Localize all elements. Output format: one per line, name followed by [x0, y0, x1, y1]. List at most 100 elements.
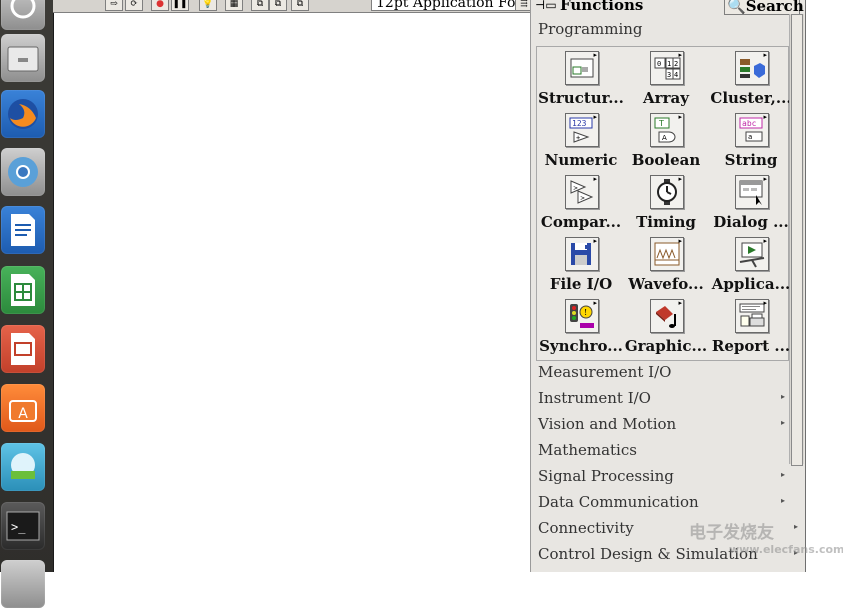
step-over-icon[interactable]: ⧉	[269, 0, 287, 11]
files-icon[interactable]	[1, 34, 45, 82]
palette-item-label: Graphic...	[624, 337, 708, 355]
libreoffice-writer-icon[interactable]	[1, 206, 45, 254]
chevron-right-icon: ▸	[781, 470, 786, 479]
numeric-icon-text: 123	[572, 119, 587, 128]
libreoffice-impress-icon[interactable]	[1, 325, 45, 373]
palette-item-application-control[interactable]: ▸ Applica...	[709, 235, 793, 297]
comparison-icon: > > ▸	[565, 175, 599, 209]
palette-item-string[interactable]: abc a ▸ String	[709, 111, 793, 173]
category-control-design-simulation[interactable]: Control Design & Simulation	[538, 545, 758, 563]
palette-item-label: Boolean	[631, 151, 701, 169]
programming-subpalette: ▸ Structur... 0 1 2 3 4 ▸ Array ▸ Cluste…	[536, 46, 792, 361]
palette-title: Functions	[560, 0, 644, 14]
highlight-execution-icon[interactable]: 💡	[199, 0, 217, 11]
palette-item-label: Structur...	[538, 89, 624, 107]
svg-text:A: A	[18, 406, 28, 422]
step-out-icon[interactable]: ⧉	[291, 0, 309, 11]
palette-item-label: Dialog ...	[713, 213, 789, 231]
svg-text:>: >	[573, 185, 578, 192]
category-instrument-io[interactable]: Instrument I/O	[538, 389, 651, 407]
chevron-right-icon: ▸	[781, 496, 786, 505]
palette-item-waveform[interactable]: ▸ Wavefo...	[624, 235, 708, 297]
palette-item-label: Numeric	[544, 151, 618, 169]
palette-item-label: File I/O	[549, 275, 613, 293]
palette-item-array[interactable]: 0 1 2 3 4 ▸ Array	[624, 49, 708, 111]
firefox-icon[interactable]	[1, 90, 45, 138]
numeric-icon: 123 + ▸	[565, 113, 599, 147]
dialog-icon: ▸	[735, 175, 769, 209]
launcher: A >_	[0, 0, 54, 608]
palette-item-label: Wavefo...	[628, 275, 704, 293]
search-button[interactable]: 🔍Search	[724, 0, 804, 15]
string-icon-text: abc	[742, 119, 757, 128]
array-icon: 0 1 2 3 4 ▸	[650, 51, 684, 85]
run-arrow-icon[interactable]: ⇨	[105, 0, 123, 11]
pin-icon[interactable]: ⊣▭	[535, 0, 557, 12]
svg-text:>_: >_	[11, 520, 26, 534]
category-data-communication[interactable]: Data Communication	[538, 493, 699, 511]
palette-item-boolean[interactable]: T A ▸ Boolean	[624, 111, 708, 173]
palette-item-label: Timing	[636, 213, 696, 231]
launcher-item-partial-icon[interactable]	[1, 560, 45, 608]
palette-item-synchronization[interactable]: ! ▸ Synchro...	[539, 297, 623, 359]
palette-item-report-generation[interactable]: ▸ Report ...	[709, 297, 793, 359]
watermark: 电子发烧友 www.elecfans.com	[689, 518, 843, 556]
dash-home-icon[interactable]	[1, 0, 45, 30]
palette-scrollbar[interactable]	[789, 14, 804, 466]
chevron-right-icon: ▸	[781, 418, 786, 427]
pause-icon[interactable]: ❚❚	[171, 0, 189, 11]
timing-icon: ▸	[650, 175, 684, 209]
structures-icon: ▸	[565, 51, 599, 85]
palette-item-timing[interactable]: ▸ Timing	[624, 173, 708, 235]
abort-icon[interactable]: ●	[151, 0, 169, 11]
boolean-icon-text-t: T	[658, 119, 664, 128]
watermark-logo-text: 电子发烧友	[689, 523, 774, 543]
svg-text:>: >	[580, 195, 585, 202]
array-index-text: 0	[657, 60, 661, 68]
category-connectivity[interactable]: Connectivity	[538, 519, 634, 537]
category-signal-processing[interactable]: Signal Processing	[538, 467, 674, 485]
palette-item-comparison[interactable]: > > ▸ Compar...	[539, 173, 623, 235]
palette-item-label: Compar...	[540, 213, 622, 231]
synchronization-icon: ! ▸	[565, 299, 599, 333]
palette-item-file-io[interactable]: ▸ File I/O	[539, 235, 623, 297]
remote-desktop-icon[interactable]	[1, 443, 45, 491]
chromium-icon[interactable]	[1, 148, 45, 196]
search-label: Search	[745, 0, 804, 15]
category-programming[interactable]: Programming	[538, 20, 643, 38]
boolean-icon-text-a: A	[662, 134, 667, 142]
step-into-icon[interactable]: ⧉	[251, 0, 269, 11]
category-mathematics[interactable]: Mathematics	[538, 441, 637, 459]
waveform-icon: ▸	[650, 237, 684, 271]
palette-item-graphics-sound[interactable]: ▸ Graphic...	[624, 297, 708, 359]
array-cell-text: 3	[667, 71, 671, 79]
graphics-sound-icon: ▸	[650, 299, 684, 333]
palette-item-cluster[interactable]: ▸ Cluster,...	[709, 49, 793, 111]
run-continuously-icon[interactable]: ⟳	[125, 0, 143, 11]
category-measurement-io[interactable]: Measurement I/O	[538, 363, 671, 381]
terminal-icon[interactable]: >_	[1, 502, 45, 550]
functions-palette: ⊣▭ Functions 🔍Search Programming ▸ Struc…	[530, 0, 806, 572]
application-control-icon: ▸	[735, 237, 769, 271]
palette-item-label: Synchro...	[539, 337, 623, 355]
software-center-icon[interactable]: A	[1, 384, 45, 432]
report-generation-icon: ▸	[735, 299, 769, 333]
svg-text:+: +	[576, 134, 580, 142]
string-icon-text-a: a	[748, 133, 752, 141]
array-cell-text: 4	[674, 71, 678, 79]
libreoffice-calc-icon[interactable]	[1, 266, 45, 314]
palette-item-label: Cluster,...	[710, 89, 792, 107]
category-vision-and-motion[interactable]: Vision and Motion	[538, 415, 676, 433]
palette-item-label: Applica...	[711, 275, 791, 293]
chevron-right-icon: ▸	[781, 392, 786, 401]
watermark-url: www.elecfans.com	[729, 543, 843, 556]
cluster-icon: ▸	[735, 51, 769, 85]
retain-wire-values-icon[interactable]: ▦	[225, 0, 243, 11]
boolean-icon: T A ▸	[650, 113, 684, 147]
scrollbar-thumb[interactable]	[791, 14, 803, 466]
palette-item-numeric[interactable]: 123 + ▸ Numeric	[539, 111, 623, 173]
palette-item-structures[interactable]: ▸ Structur...	[538, 49, 624, 111]
palette-item-dialog[interactable]: ▸ Dialog ...	[709, 173, 793, 235]
palette-item-label: Report ...	[711, 337, 791, 355]
array-cell-text: 2	[674, 60, 678, 68]
